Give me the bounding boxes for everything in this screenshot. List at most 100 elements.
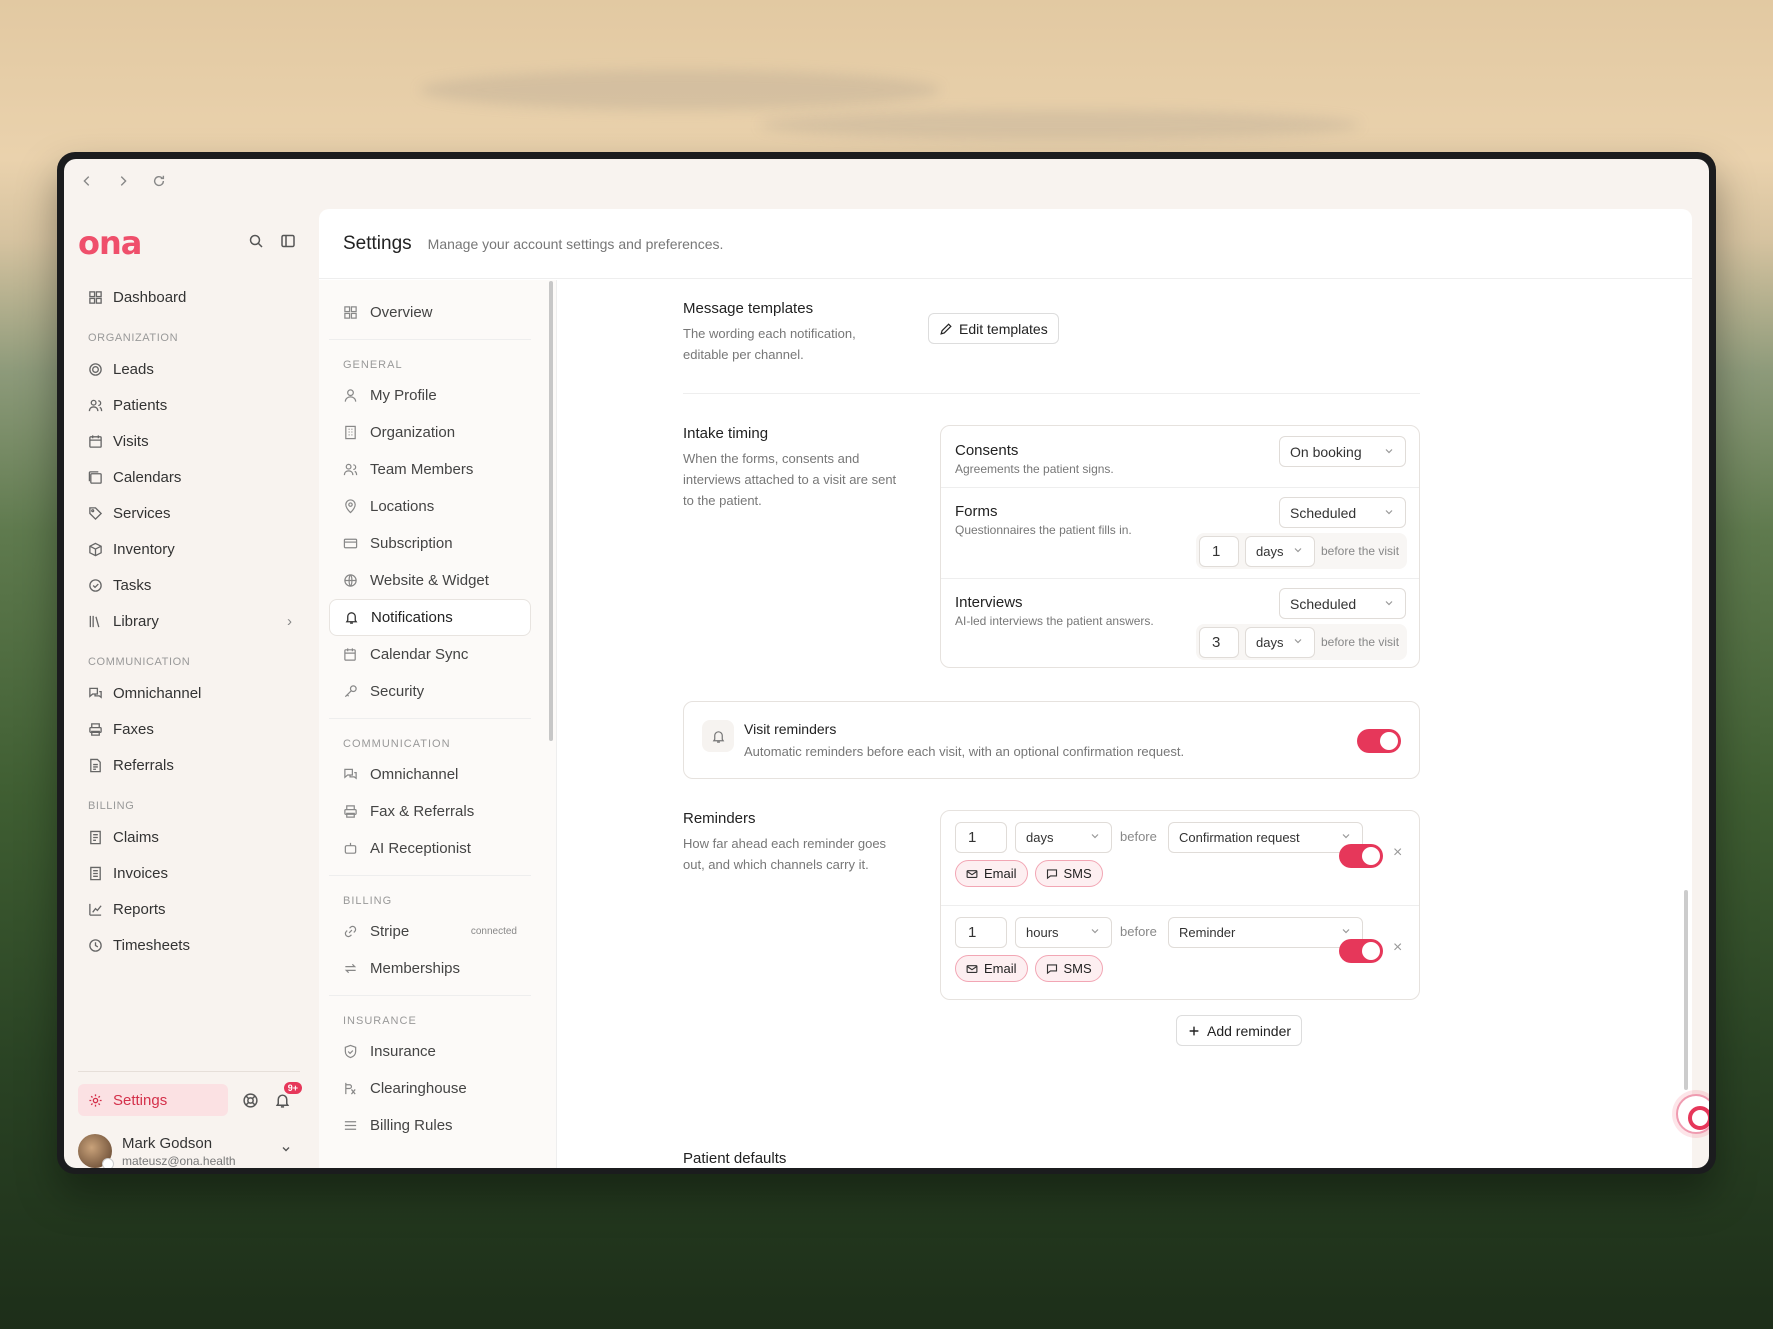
sidebar-item-reports[interactable]: Reports — [78, 891, 300, 927]
chevron-down-icon — [1292, 544, 1304, 559]
settings-nav-label: Locations — [370, 498, 435, 515]
sidebar-item-label: Inventory — [113, 540, 175, 558]
settings-nav-notifications[interactable]: Notifications — [329, 599, 531, 636]
sidebar-item-label: Visits — [113, 432, 149, 450]
settings-nav-label: Stripe — [370, 923, 410, 940]
logo[interactable]: ona — [78, 227, 142, 259]
invoice-icon — [90, 866, 101, 880]
reminder-1-before: before — [1120, 829, 1157, 844]
chevron-right-icon: › — [287, 612, 292, 630]
sidebar-item-calendars[interactable]: Calendars — [78, 459, 300, 495]
help-icon[interactable] — [240, 1090, 260, 1110]
visit-reminders-desc: Automatic reminders before each visit, w… — [744, 744, 1185, 759]
reminder-1-remove-icon[interactable]: × — [1393, 844, 1402, 862]
settings-nav-memberships[interactable]: Memberships — [329, 950, 531, 987]
map-pin-icon — [345, 499, 356, 514]
chevron-down-icon — [1089, 830, 1101, 845]
reminder-2-before: before — [1120, 924, 1157, 939]
search-icon[interactable] — [248, 233, 264, 254]
reminder-1-toggle[interactable] — [1339, 844, 1383, 868]
reminder-2-toggle[interactable] — [1339, 939, 1383, 963]
settings-nav-clearinghouse[interactable]: Clearinghouse — [329, 1070, 531, 1107]
credit-card-icon — [343, 538, 358, 549]
sidebar-item-referrals[interactable]: Referrals — [78, 747, 300, 783]
settings-nav-stripe[interactable]: Stripe connected — [329, 913, 531, 950]
reminder-2-type-select[interactable]: Reminder — [1168, 917, 1363, 948]
consents-timing-select[interactable]: On booking — [1279, 436, 1406, 467]
settings-section-insurance: INSURANCE — [329, 995, 531, 1033]
settings-nav-fax-referrals[interactable]: Fax & Referrals — [329, 793, 531, 830]
sidebar-item-timesheets[interactable]: Timesheets — [78, 927, 300, 963]
gear-icon — [89, 1093, 102, 1107]
sidebar-item-library[interactable]: Library › — [78, 603, 300, 639]
reminder-2-offset-input[interactable]: 1 — [955, 917, 1007, 948]
select-value: days — [1026, 830, 1054, 845]
sidebar-item-omnichannel[interactable]: Omnichannel — [78, 675, 300, 711]
sidebar-item-services[interactable]: Services — [78, 495, 300, 531]
sidebar-item-patients[interactable]: Patients — [78, 387, 300, 423]
interviews-title: Interviews — [955, 594, 1023, 611]
sidebar-item-leads[interactable]: Leads — [78, 351, 300, 387]
settings-nav-insurance[interactable]: Insurance — [329, 1033, 531, 1070]
library-icon — [89, 615, 100, 627]
sidebar-item-claims[interactable]: Claims — [78, 819, 300, 855]
content-scrollbar[interactable] — [1684, 890, 1688, 1090]
assistant-launcher-icon[interactable] — [1676, 1094, 1709, 1134]
add-reminder-button[interactable]: Add reminder — [1176, 1015, 1303, 1046]
settings-nav-team-members[interactable]: Team Members — [329, 451, 531, 488]
settings-nav-billing-rules[interactable]: Billing Rules — [329, 1107, 531, 1144]
reminder-1-email-chip[interactable]: Email — [955, 860, 1028, 887]
settings-nav-calendar-sync[interactable]: Calendar Sync — [329, 636, 531, 673]
reminder-2-unit-select[interactable]: hours — [1015, 917, 1112, 948]
settings-nav-website-widget[interactable]: Website & Widget — [329, 562, 531, 599]
chip-label: SMS — [1063, 866, 1092, 881]
chat-icon — [344, 768, 357, 780]
settings-nav-security[interactable]: Security — [329, 673, 531, 710]
forms-unit-select[interactable]: days — [1245, 535, 1315, 567]
settings-nav-omnichannel[interactable]: Omnichannel — [329, 756, 531, 793]
sidebar-item-label: Reports — [113, 900, 166, 918]
edit-templates-button[interactable]: Edit templates — [928, 313, 1059, 344]
settings-nav-overview[interactable]: Overview — [329, 294, 531, 331]
reminder-1-sms-chip[interactable]: SMS — [1034, 860, 1103, 887]
settings-nav-ai-receptionist[interactable]: AI Receptionist — [329, 830, 531, 867]
settings-nav-label: Subscription — [370, 535, 453, 552]
reminder-2-sms-chip[interactable]: SMS — [1034, 955, 1103, 982]
interviews-timing-select[interactable]: Scheduled — [1279, 588, 1406, 619]
reminder-1-offset-input[interactable]: 1 — [955, 822, 1007, 853]
chevron-down-icon — [280, 1142, 292, 1160]
settings-nav-locations[interactable]: Locations — [329, 488, 531, 525]
reminder-2-remove-icon[interactable]: × — [1393, 939, 1402, 957]
link-icon — [344, 925, 357, 938]
target-icon — [89, 362, 102, 376]
forward-arrow-icon[interactable] — [116, 174, 130, 188]
forms-timing-select[interactable]: Scheduled — [1279, 497, 1406, 528]
sidebar-item-settings[interactable]: Settings — [78, 1084, 228, 1116]
sidebar-item-tasks[interactable]: Tasks — [78, 567, 300, 603]
bell-icon[interactable]: 9+ — [272, 1082, 302, 1110]
settings-nav-subscription[interactable]: Subscription — [329, 525, 531, 562]
select-value: Scheduled — [1290, 504, 1357, 521]
visit-reminders-toggle[interactable] — [1357, 729, 1401, 753]
sidebar-item-label: Faxes — [113, 720, 154, 738]
interviews-offset-input[interactable]: 3 — [1199, 626, 1239, 658]
forms-suffix: before the visit — [1321, 544, 1400, 558]
settings-nav-organization[interactable]: Organization — [329, 414, 531, 451]
sidebar-item-dashboard[interactable]: Dashboard — [78, 279, 300, 315]
sidebar-toggle-icon[interactable] — [280, 233, 296, 254]
sidebar-item-faxes[interactable]: Faxes — [78, 711, 300, 747]
forms-offset-input[interactable]: 1 — [1199, 535, 1239, 567]
back-arrow-icon[interactable] — [80, 174, 94, 188]
interviews-unit-select[interactable]: days — [1245, 626, 1315, 658]
sidebar-item-visits[interactable]: Visits — [78, 423, 300, 459]
user-menu[interactable]: Mark Godson mateusz@ona.health — [78, 1134, 300, 1168]
reminder-2-email-chip[interactable]: Email — [955, 955, 1028, 982]
settings-nav-scrollbar[interactable] — [549, 281, 553, 741]
chevron-down-icon — [1340, 830, 1352, 845]
reload-icon[interactable] — [152, 174, 166, 188]
sidebar-item-inventory[interactable]: Inventory — [78, 531, 300, 567]
sidebar-item-invoices[interactable]: Invoices — [78, 855, 300, 891]
settings-nav-my-profile[interactable]: My Profile — [329, 377, 531, 414]
reminder-1-unit-select[interactable]: days — [1015, 822, 1112, 853]
reminder-1-type-select[interactable]: Confirmation request — [1168, 822, 1363, 853]
